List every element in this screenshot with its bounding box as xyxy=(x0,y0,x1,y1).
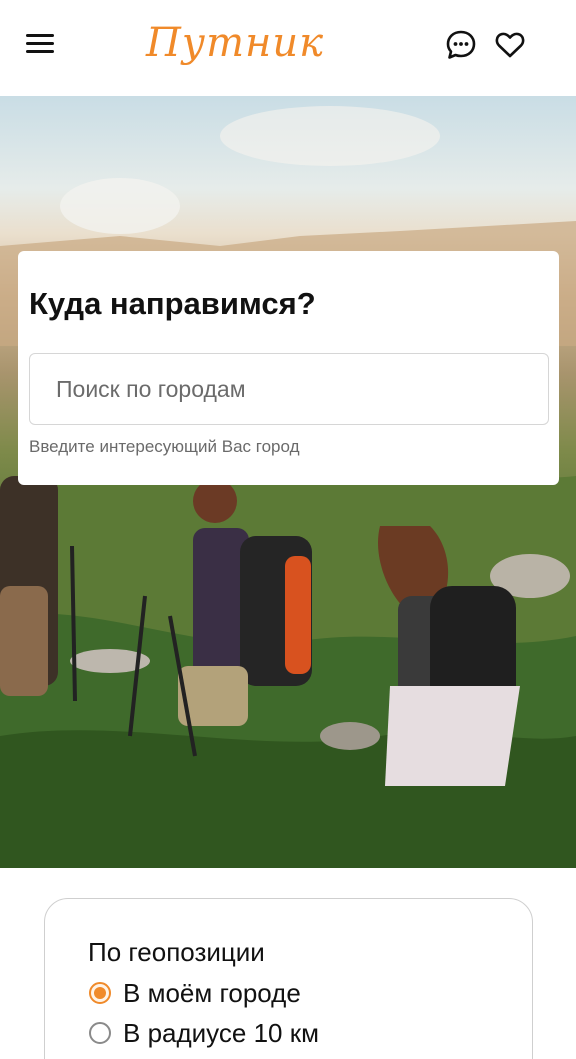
chat-bubble-icon[interactable] xyxy=(444,28,478,62)
geo-option-radius-10km[interactable]: В радиусе 10 км xyxy=(89,1017,319,1049)
heart-icon[interactable] xyxy=(493,28,527,62)
search-title: Куда направимся? xyxy=(29,286,316,321)
search-card: Куда направимся? Введите интересующий Ва… xyxy=(18,251,559,485)
radio-checked[interactable] xyxy=(89,982,111,1004)
hamburger-menu-icon[interactable] xyxy=(24,32,56,58)
city-search-input[interactable] xyxy=(29,353,549,425)
geo-filter-card: По геопозиции В моём городе В радиусе 10… xyxy=(44,898,533,1059)
radio-unchecked[interactable] xyxy=(89,1022,111,1044)
search-hint: Введите интересующий Вас город xyxy=(29,437,300,456)
app-logo[interactable]: Путник xyxy=(146,20,324,66)
geo-option-label: В радиусе 10 км xyxy=(123,1017,319,1048)
geo-option-label: В моём городе xyxy=(123,977,301,1008)
geo-option-my-city[interactable]: В моём городе xyxy=(89,977,301,1009)
app-header: Путник xyxy=(0,0,576,96)
geo-filter-title: По геопозиции xyxy=(88,937,265,967)
